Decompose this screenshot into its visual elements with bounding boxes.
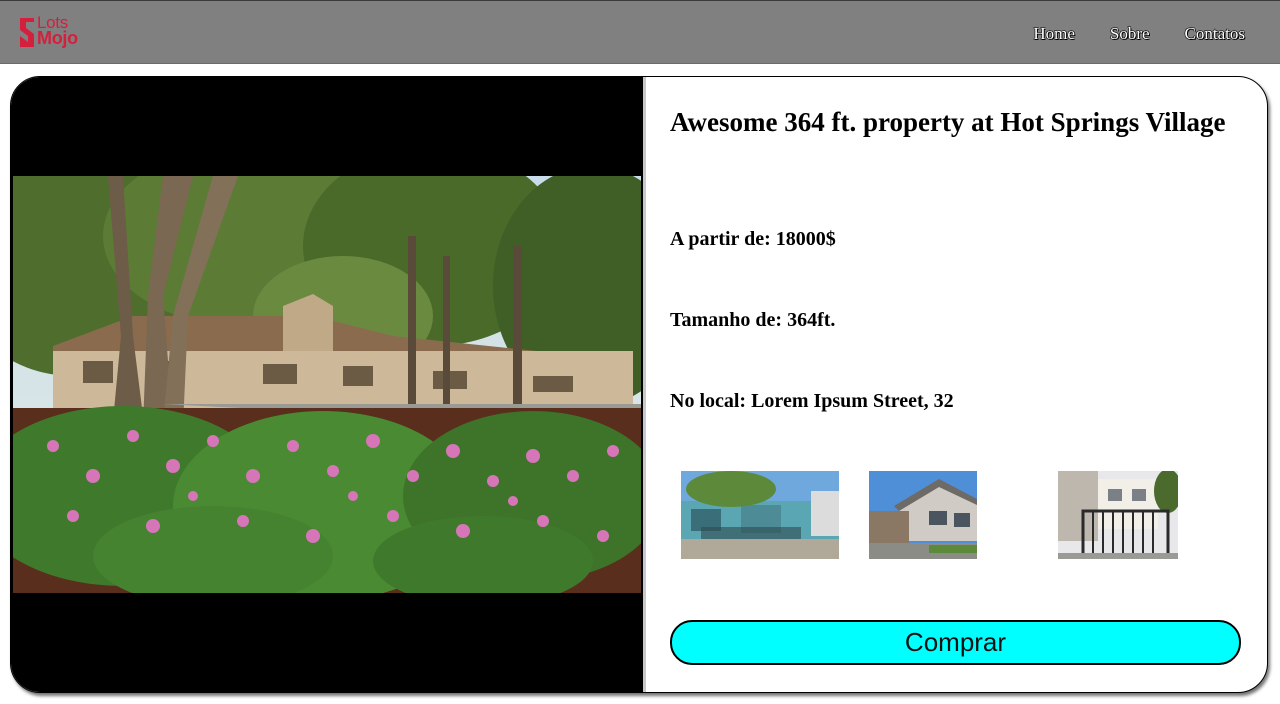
- property-photo: [13, 176, 641, 593]
- thumbnail-3[interactable]: [1058, 471, 1178, 559]
- property-photo-panel: [11, 77, 643, 692]
- property-price: A partir de: 18000$: [670, 228, 836, 250]
- property-title: Awesome 364 ft. property at Hot Springs …: [670, 107, 1226, 137]
- nav-home-link[interactable]: Home: [1033, 24, 1075, 44]
- logo-icon: [20, 18, 34, 47]
- thumbnail-1[interactable]: [681, 471, 839, 559]
- brand-name-line2: Mojo: [37, 28, 78, 48]
- nav-contatos-link[interactable]: Contatos: [1185, 24, 1245, 44]
- property-location: No local: Lorem Ipsum Street, 32: [670, 390, 954, 412]
- property-size: Tamanho de: 364ft.: [670, 309, 836, 331]
- panel-divider: [643, 77, 646, 692]
- nav-sobre-link[interactable]: Sobre: [1110, 24, 1150, 44]
- property-card: Awesome 364 ft. property at Hot Springs …: [10, 76, 1268, 693]
- main-nav: Home Sobre Contatos: [1033, 24, 1245, 44]
- thumbnail-2[interactable]: [869, 471, 977, 559]
- navbar: Lots Mojo Home Sobre Contatos: [0, 0, 1280, 64]
- buy-button[interactable]: Comprar: [670, 620, 1241, 665]
- brand-logo[interactable]: Lots Mojo: [20, 13, 82, 51]
- property-info: Awesome 364 ft. property at Hot Springs …: [670, 77, 1250, 692]
